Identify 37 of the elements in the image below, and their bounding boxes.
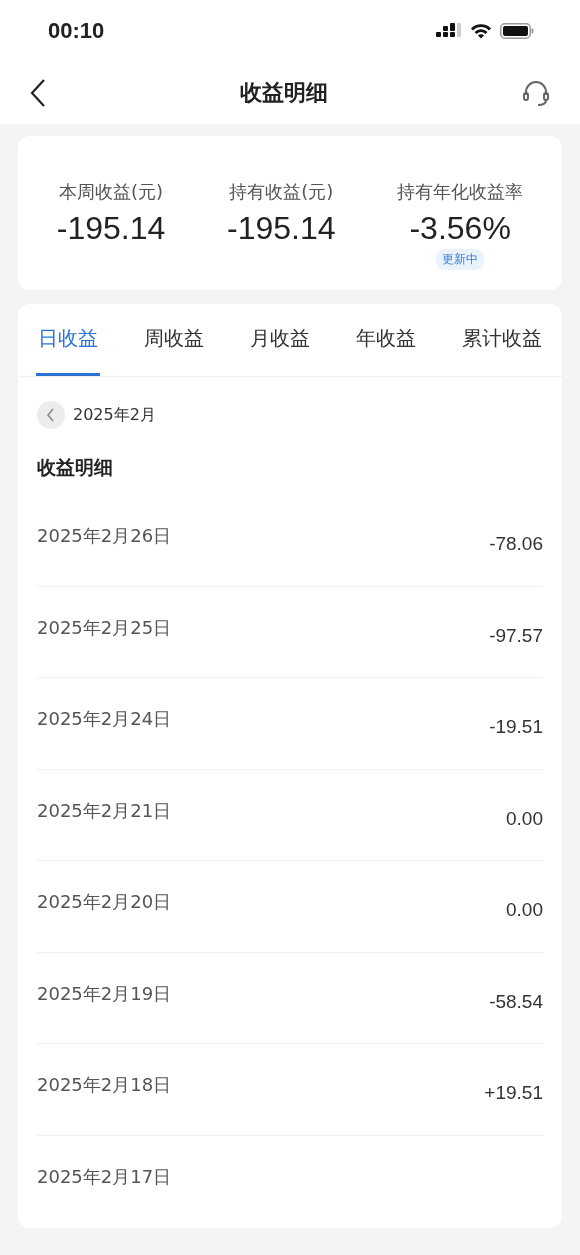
- summary-label: 持有收益(元): [229, 180, 334, 204]
- row-date: 2025年2月24日: [37, 707, 172, 732]
- row-amount: -78.06: [489, 533, 543, 556]
- status-badge: 更新中: [436, 249, 485, 270]
- row-amount: 0.00: [506, 899, 543, 922]
- summary-value: -3.56%: [409, 210, 511, 247]
- row-date: 2025年2月17日: [37, 1165, 172, 1190]
- tab[interactable]: 月收益: [248, 304, 312, 376]
- row-amount: -97.57: [489, 624, 543, 647]
- tab[interactable]: 周收益: [142, 304, 206, 376]
- row-amount: 0.00: [506, 807, 543, 830]
- row-date: 2025年2月21日: [37, 798, 172, 823]
- row-date: 2025年2月19日: [37, 981, 172, 1006]
- signal-icon: [436, 23, 462, 39]
- row-date: 2025年2月25日: [37, 615, 172, 640]
- summary-label: 持有年化收益率: [397, 180, 524, 204]
- row-amount: -19.51: [489, 716, 543, 739]
- tab[interactable]: 年收益: [354, 304, 418, 376]
- status-time: 00:10: [48, 18, 105, 44]
- row-date: 2025年2月20日: [37, 890, 172, 915]
- tab[interactable]: 日收益: [36, 304, 100, 376]
- row-amount: +19.51: [484, 1082, 543, 1105]
- back-icon[interactable]: [30, 79, 46, 107]
- month-label: 2025年2月: [73, 404, 156, 426]
- summary-value: -195.14: [227, 210, 336, 247]
- headset-icon[interactable]: [522, 79, 550, 107]
- page-title: 收益明细: [240, 79, 328, 107]
- summary-value: -195.14: [56, 210, 166, 247]
- wifi-icon: [470, 23, 492, 39]
- row-date: 2025年2月26日: [37, 524, 172, 549]
- row-amount: -58.54: [489, 990, 543, 1013]
- section-title: 收益明细: [36, 455, 114, 480]
- summary-label: 本周收益(元): [59, 180, 164, 204]
- previous-month-icon[interactable]: [37, 401, 65, 429]
- tab[interactable]: 累计收益: [460, 304, 544, 376]
- row-date: 2025年2月18日: [37, 1073, 172, 1098]
- battery-icon: [500, 23, 534, 39]
